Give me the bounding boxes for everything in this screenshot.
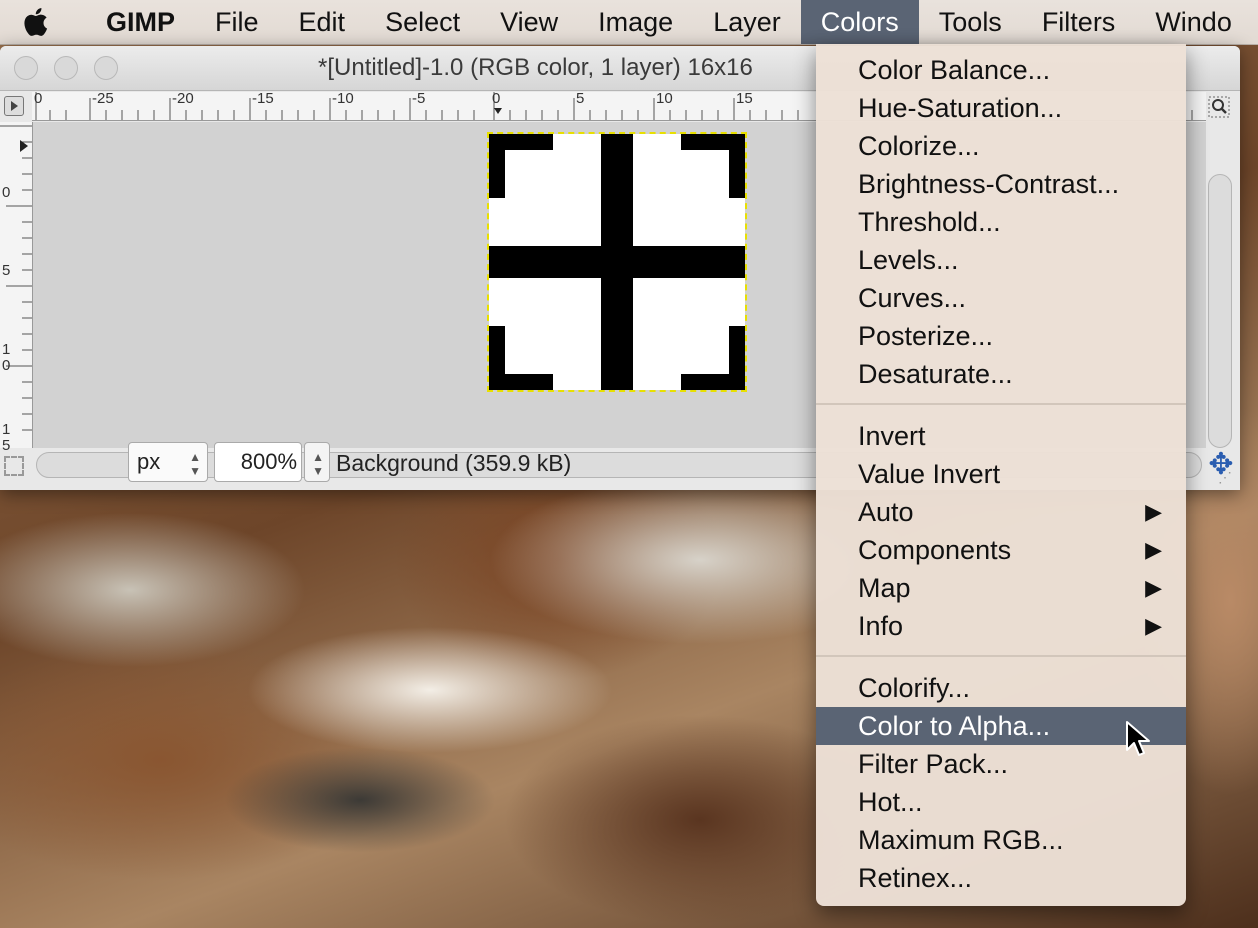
zoom-value: 800 xyxy=(240,449,278,474)
menu-windows[interactable]: Windo xyxy=(1135,0,1252,44)
ruler-label: 5 xyxy=(576,90,585,107)
menu-filters[interactable]: Filters xyxy=(1022,0,1136,44)
resize-grip-icon[interactable]: ⋰ xyxy=(1218,469,1232,486)
ruler-label: 1 0 xyxy=(2,341,11,374)
menu-item-hue-saturation[interactable]: Hue-Saturation... xyxy=(816,89,1186,127)
triangle-right-icon: ▶ xyxy=(1145,537,1162,562)
menu-item-desaturate[interactable]: Desaturate... xyxy=(816,355,1186,393)
unit-select[interactable]: px ▲ ▼ xyxy=(128,442,208,482)
menu-file[interactable]: File xyxy=(195,0,279,44)
zoom-window-button[interactable] xyxy=(94,56,118,80)
ruler-label: 0 xyxy=(492,90,501,107)
ruler-label: -5 xyxy=(412,90,426,107)
ruler-label: -15 xyxy=(252,90,274,107)
menu-item-auto[interactable]: Auto ▶ xyxy=(816,493,1186,531)
menu-item-color-balance[interactable]: Color Balance... xyxy=(816,51,1186,89)
chevron-up-icon[interactable]: ▲ xyxy=(312,451,324,463)
zoom-stepper[interactable]: ▲ ▼ xyxy=(304,442,330,482)
menu-item-components[interactable]: Components ▶ xyxy=(816,531,1186,569)
menu-item-colorize[interactable]: Colorize... xyxy=(816,127,1186,165)
menu-item-map[interactable]: Map ▶ xyxy=(816,569,1186,607)
menu-item-hot[interactable]: Hot... xyxy=(816,783,1186,821)
menu-image[interactable]: Image xyxy=(578,0,693,44)
chevron-down-icon: ▼ xyxy=(189,464,201,478)
menu-item-colorify[interactable]: Colorify... xyxy=(816,669,1186,707)
colors-menu: Color Balance... Hue-Saturation... Color… xyxy=(816,44,1186,906)
layer-status: Background (359.9 kB) xyxy=(336,450,572,476)
triangle-right-icon: ▶ xyxy=(1145,613,1162,638)
menu-item-brightness-contrast[interactable]: Brightness-Contrast... xyxy=(816,165,1186,203)
menu-item-levels[interactable]: Levels... xyxy=(816,241,1186,279)
arrow-cursor-icon xyxy=(1126,721,1150,756)
menu-separator xyxy=(816,655,1186,657)
menu-item-value-invert[interactable]: Value Invert xyxy=(816,455,1186,493)
ruler-label: -25 xyxy=(92,90,114,107)
menu-item-label: Map xyxy=(858,573,911,603)
menu-item-info[interactable]: Info ▶ xyxy=(816,607,1186,645)
apple-logo-icon[interactable] xyxy=(0,0,70,44)
zoom-icon[interactable] xyxy=(1208,96,1230,118)
menu-item-posterize[interactable]: Posterize... xyxy=(816,317,1186,355)
menu-colors[interactable]: Colors xyxy=(800,0,919,44)
ruler-label: 15 xyxy=(736,90,753,107)
menu-item-curves[interactable]: Curves... xyxy=(816,279,1186,317)
menu-view[interactable]: View xyxy=(480,0,578,44)
menu-edit[interactable]: Edit xyxy=(279,0,366,44)
ruler-label: -20 xyxy=(172,90,194,107)
zoom-unit: % xyxy=(277,449,297,474)
window-title: *[Untitled]-1.0 (RGB color, 1 layer) 16x… xyxy=(318,54,753,81)
menu-select[interactable]: Select xyxy=(365,0,480,44)
chevron-up-icon: ▲ xyxy=(189,450,201,464)
menu-item-label: Auto xyxy=(858,497,914,527)
zoom-input[interactable]: 800% xyxy=(214,442,302,482)
ruler-label: 10 xyxy=(656,90,673,107)
menu-item-threshold[interactable]: Threshold... xyxy=(816,203,1186,241)
chevron-down-icon[interactable]: ▼ xyxy=(312,465,324,477)
menu-app-name[interactable]: GIMP xyxy=(70,0,195,44)
menu-tools[interactable]: Tools xyxy=(919,0,1022,44)
close-window-button[interactable] xyxy=(14,56,38,80)
triangle-right-icon: ▶ xyxy=(1145,575,1162,600)
ruler-label: 0 xyxy=(2,184,11,201)
triangle-right-icon: ▶ xyxy=(1145,499,1162,524)
quick-mask-icon[interactable] xyxy=(4,456,24,476)
menu-bar: GIMP File Edit Select View Image Layer C… xyxy=(0,0,1258,44)
ruler-label: 1 5 xyxy=(2,421,11,454)
ruler-label: -10 xyxy=(332,90,354,107)
vertical-ruler[interactable]: 0 5 1 0 1 5 xyxy=(0,122,33,454)
menu-item-maximum-rgb[interactable]: Maximum RGB... xyxy=(816,821,1186,859)
menu-separator xyxy=(816,403,1186,405)
ruler-label: 5 xyxy=(2,262,11,279)
ruler-label: 0 xyxy=(34,90,43,107)
unit-value: px xyxy=(137,449,161,474)
menu-item-label: Info xyxy=(858,611,904,641)
menu-item-retinex[interactable]: Retinex... xyxy=(816,859,1186,897)
menu-layer[interactable]: Layer xyxy=(693,0,801,44)
navigation-menu-button[interactable] xyxy=(4,96,24,116)
menu-item-invert[interactable]: Invert xyxy=(816,417,1186,455)
minimize-window-button[interactable] xyxy=(54,56,78,80)
image-canvas[interactable] xyxy=(487,132,747,392)
menu-item-label: Components xyxy=(858,535,1012,565)
vertical-scrollbar[interactable] xyxy=(1208,174,1232,448)
